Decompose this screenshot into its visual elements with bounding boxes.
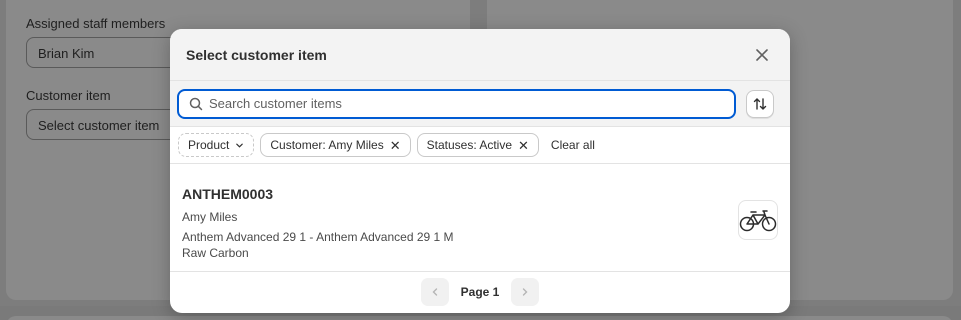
modal-title: Select customer item xyxy=(186,46,327,63)
search-input[interactable] xyxy=(209,96,724,111)
customer-item-label: Customer item xyxy=(26,88,111,103)
next-page-button[interactable] xyxy=(511,278,540,306)
search-row xyxy=(170,81,790,127)
filter-row: Product Customer: Amy Miles ✕ Statuses: … xyxy=(170,127,790,164)
search-icon xyxy=(189,97,203,110)
assigned-staff-label: Assigned staff members xyxy=(26,16,166,31)
chevron-right-icon xyxy=(523,288,528,296)
remove-customer-filter-icon[interactable]: ✕ xyxy=(390,139,401,152)
modal-header: Select customer item xyxy=(170,29,790,81)
select-customer-item-modal: Select customer item Product xyxy=(170,29,790,313)
chevron-left-icon xyxy=(432,288,437,296)
item-customer: Amy Miles xyxy=(182,210,238,224)
sort-icon xyxy=(753,97,767,110)
page-indicator: Page 1 xyxy=(460,285,500,299)
filter-product-label: Product xyxy=(188,138,230,152)
filter-status-label: Statuses: Active xyxy=(426,138,513,152)
pagination: Page 1 xyxy=(170,272,790,312)
bicycle-icon xyxy=(739,210,777,232)
item-thumbnail xyxy=(738,200,778,240)
remove-status-filter-icon[interactable]: ✕ xyxy=(518,139,529,152)
background-bottom-card xyxy=(6,316,953,320)
item-product: Anthem Advanced 29 1 - Anthem Advanced 2… xyxy=(182,230,454,244)
close-button[interactable] xyxy=(750,43,774,67)
result-list-item[interactable]: ANTHEM0003 Amy Miles Anthem Advanced 29 … xyxy=(170,164,790,272)
clear-all-link[interactable]: Clear all xyxy=(551,138,595,152)
filter-customer-chip[interactable]: Customer: Amy Miles ✕ xyxy=(260,133,411,157)
filter-status-chip[interactable]: Statuses: Active ✕ xyxy=(416,133,539,157)
filter-product-dropdown[interactable]: Product xyxy=(178,133,255,157)
filter-customer-label: Customer: Amy Miles xyxy=(270,138,384,152)
item-variant: Raw Carbon xyxy=(182,246,249,260)
previous-page-button[interactable] xyxy=(420,278,449,306)
sort-button[interactable] xyxy=(746,89,774,118)
search-field[interactable] xyxy=(177,88,736,119)
item-id: ANTHEM0003 xyxy=(182,186,274,202)
close-icon xyxy=(756,48,768,61)
chevron-down-icon xyxy=(236,143,244,148)
